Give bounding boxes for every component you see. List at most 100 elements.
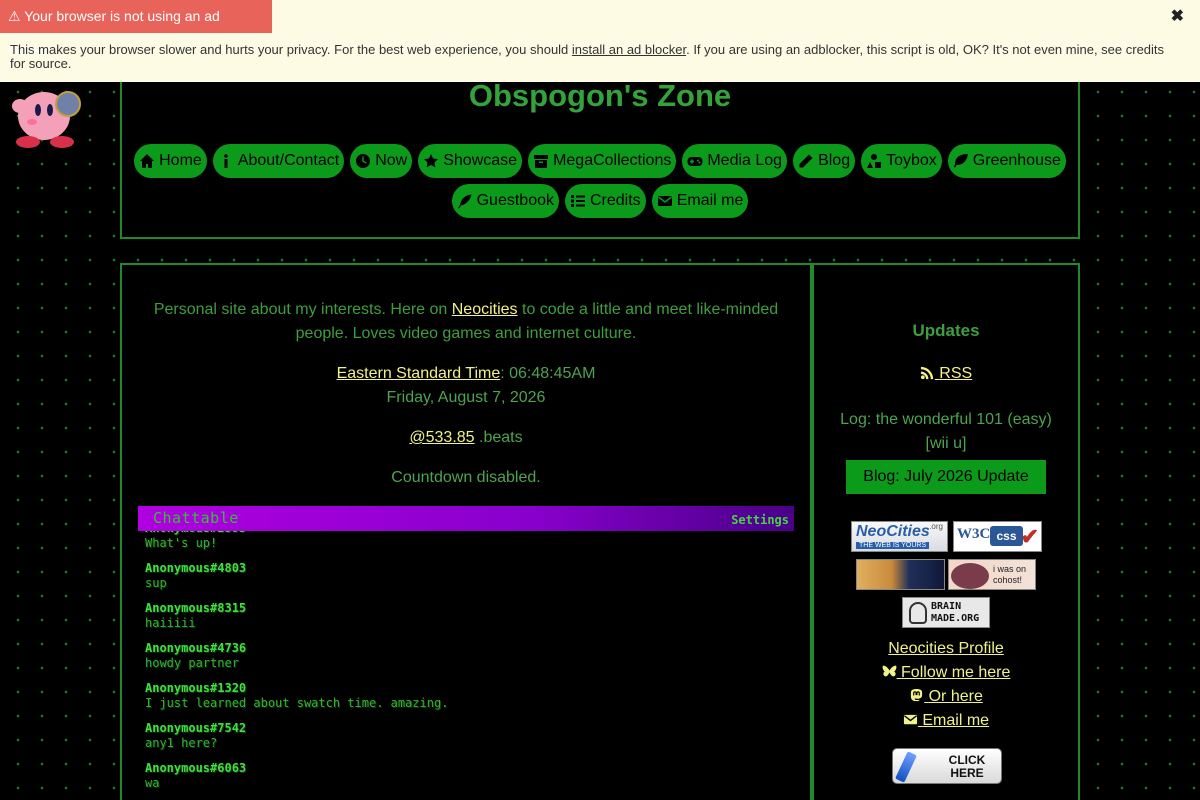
chat-messages[interactable]: Anonymous#2593What's up!Anonymous#4803su… (145, 521, 785, 800)
list-icon (571, 195, 585, 207)
chat-text: howdy partner (145, 656, 239, 670)
nav-toybox-button[interactable]: Toybox (861, 144, 942, 178)
neocities-badge-tagline: THE WEB IS YOURS (856, 542, 930, 549)
chat-message: Anonymous#8315 haiiiii (145, 601, 785, 641)
nav-megacollections-button[interactable]: MegaCollections (528, 144, 677, 178)
butterfly-icon (882, 665, 897, 677)
adblock-warning-title: ⚠ Your browser is not using an ad blocke… (0, 0, 272, 57)
envelope-icon (657, 196, 672, 206)
cat-badge[interactable] (856, 559, 945, 590)
updates-sidebar: Updates RSS Log: the wonderful 101 (easy… (812, 263, 1080, 800)
adblock-warning-text: This makes your browser slower and hurts… (10, 43, 1170, 71)
cohost-badge[interactable]: i was on cohost! (948, 559, 1036, 590)
side-link-neocities-profile[interactable]: Neocities Profile (888, 640, 1004, 657)
countdown-text: Countdown disabled. (391, 469, 541, 486)
rss-label: RSS (939, 365, 973, 382)
side-link-label: Neocities Profile (888, 640, 1004, 657)
nav-guestbook-button[interactable]: Guestbook (451, 184, 559, 218)
chat-message: Anonymous#7542 any1 here? (145, 721, 785, 761)
eggbug-icon (951, 563, 989, 589)
neocities-link[interactable]: Neocities (452, 301, 518, 318)
nav-now-button[interactable]: Now (350, 144, 413, 178)
brainmade-text: BRAIN MADE.ORG (931, 601, 980, 624)
feather-icon (457, 194, 472, 209)
nav-email-me-button[interactable]: Email me (651, 184, 749, 218)
nav-label: Home (159, 152, 202, 169)
nav-showcase-button[interactable]: Showcase (418, 144, 523, 178)
main-content: Personal site about my interests. Here o… (120, 263, 812, 800)
chat-widget: Anonymous#2593What's up!Anonymous#4803su… (138, 506, 794, 800)
intro-text-part: Personal site about my interests. Here o… (153, 301, 452, 318)
chat-message: Anonymous#4803 sup (145, 561, 785, 601)
beats-link[interactable]: @533.85 (409, 429, 474, 446)
css-label: css (990, 526, 1023, 546)
mastodon-icon (911, 688, 923, 702)
install-adblocker-link[interactable]: install an ad blocker (572, 42, 686, 57)
date-value: Friday, August 7, 2026 (386, 389, 546, 406)
nav-home-button[interactable]: Home (134, 144, 207, 178)
nav-about-contact-button[interactable]: About/Contact (212, 144, 345, 178)
nav-label: Media Log (707, 152, 783, 169)
chat-username: Anonymous#8315 (145, 601, 247, 615)
home-icon (140, 154, 155, 168)
cohost-badge-text: i was on cohost! (993, 564, 1027, 585)
clock-icon (356, 154, 371, 168)
nav-blog-button[interactable]: Blog (793, 144, 856, 178)
brainmade-badge[interactable]: BRAIN MADE.ORG (902, 597, 990, 628)
chat-text: haiiiii (145, 616, 196, 630)
info-icon (224, 154, 228, 168)
side-link-email-me[interactable]: Email me (903, 712, 989, 729)
nav-media-log-button[interactable]: Media Log (682, 144, 788, 178)
side-link-follow-me-here[interactable]: Follow me here (882, 664, 1011, 681)
chat-message: Anonymous#1320 I just learned about swatc… (145, 681, 785, 721)
nav-credits-button[interactable]: Credits (565, 184, 646, 218)
nav-label: About/Contact (237, 152, 340, 169)
click-here-button[interactable]: CLICK HERE (892, 748, 1002, 784)
brain-icon (909, 602, 927, 624)
chat-username: Anonymous#6063 (145, 761, 247, 775)
chat-settings-button[interactable]: Settings (731, 513, 789, 527)
latest-blog-button[interactable]: Blog: July 2026 Update (846, 460, 1046, 494)
chat-text: I just learned about swatch time. amazin… (145, 696, 449, 710)
adblock-warning-banner: ⚠ Your browser is not using an ad blocke… (0, 0, 1200, 82)
close-icon[interactable]: ✖ (1171, 6, 1184, 26)
side-link-label: Follow me here (901, 664, 1011, 681)
chat-username: Anonymous#1320 (145, 681, 247, 695)
shapes-icon (867, 154, 882, 168)
nav-label: Now (375, 152, 408, 169)
latest-log: Log: the wonderful 101 (easy) [wii u] (840, 411, 1052, 452)
star-icon (424, 154, 439, 168)
chat-username: Anonymous#7542 (145, 721, 247, 735)
side-link-label: Email me (922, 712, 990, 729)
chat-message: Anonymous#6063 wa (145, 761, 785, 800)
side-link-label: Or here (928, 688, 983, 705)
envelope-icon (903, 714, 917, 725)
chat-text: any1 here? (145, 736, 218, 750)
chat-text: sup (145, 576, 167, 590)
rss-link[interactable]: RSS (814, 365, 1078, 383)
chat-title-bar: Chattable Settings (138, 506, 794, 531)
pencil-icon (799, 154, 813, 168)
w3c-css-badge[interactable]: W3C css ✔ (953, 521, 1042, 552)
neocities-badge-title: NeoCities (856, 523, 930, 540)
nav-label: Email me (676, 192, 744, 209)
social-links: Neocities Profile Follow me here Or here… (814, 637, 1078, 733)
nav-label: Greenhouse (972, 152, 1061, 169)
side-link-or-here[interactable]: Or here (909, 688, 983, 705)
timezone-link[interactable]: Eastern Standard Time (337, 365, 501, 382)
nav-label: Credits (590, 192, 641, 209)
chat-title: Chattable (153, 509, 239, 527)
kirby-image (12, 91, 81, 148)
nav-label: Toybox (886, 152, 937, 169)
nav-greenhouse-button[interactable]: Greenhouse (947, 144, 1066, 178)
nav-label: Guestbook (476, 192, 554, 209)
neocities-badge[interactable]: NeoCities .org THE WEB IS YOURS (851, 521, 948, 552)
chat-username: Anonymous#4736 (145, 641, 247, 655)
chat-text: What's up! (145, 536, 218, 550)
leaf-icon (953, 154, 968, 168)
time-value: : 06:48:45AM (500, 365, 596, 382)
gamepad-icon (687, 157, 703, 166)
neocities-badge-org: .org (929, 522, 943, 531)
rss-icon (920, 366, 933, 380)
chat-text: wa (145, 776, 160, 790)
